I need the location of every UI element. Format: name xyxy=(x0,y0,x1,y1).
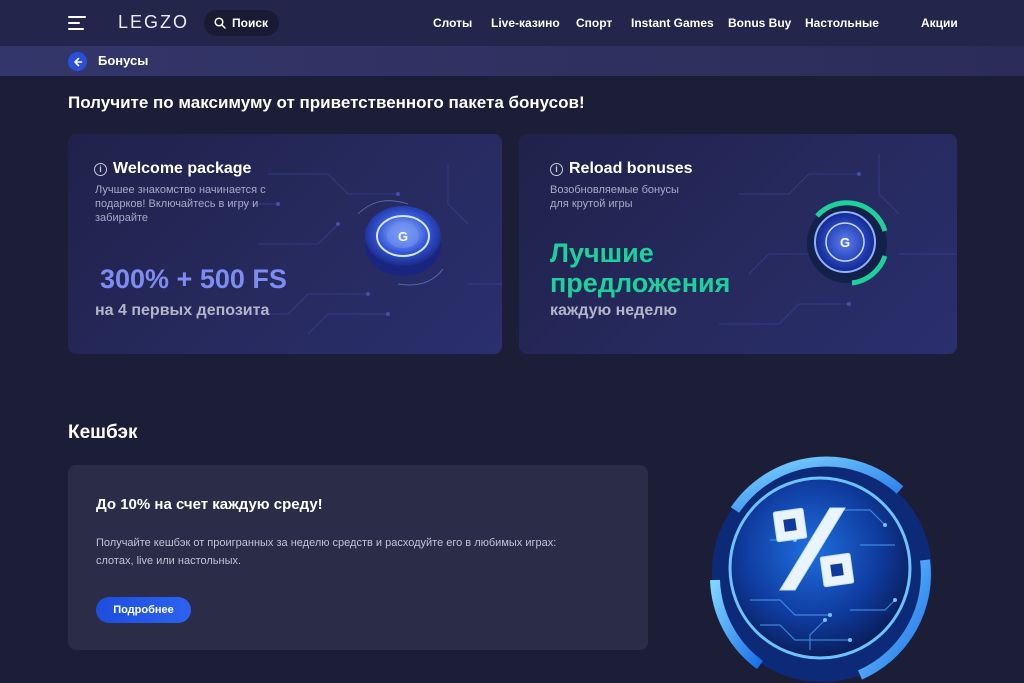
percent-coin-illustration xyxy=(710,456,932,682)
bonus-subtitle: на 4 первых депозита xyxy=(95,302,270,319)
card-title: i Welcome package xyxy=(94,160,251,178)
coin-icon: G xyxy=(807,200,888,286)
arrow-left-icon xyxy=(73,57,82,66)
more-details-button[interactable]: Подробнее xyxy=(96,597,191,623)
nav-live-casino[interactable]: Live-казино xyxy=(491,16,560,30)
nav-sport[interactable]: Спорт xyxy=(576,16,612,30)
bonus-amount: 300% + 500 FS xyxy=(100,264,287,294)
desc-line: для крутой игры xyxy=(550,198,633,210)
search-icon xyxy=(214,17,226,29)
back-button[interactable] xyxy=(68,52,87,71)
card-title-text: Reload bonuses xyxy=(569,160,693,177)
breadcrumb-label: Бонусы xyxy=(98,53,149,68)
bonus-subtitle: каждую неделю xyxy=(550,302,678,319)
card-description: Лучшее знакомство начинается с подарков!… xyxy=(95,183,266,225)
search-button[interactable]: Поиск xyxy=(204,10,279,36)
info-icon[interactable]: i xyxy=(94,162,107,176)
nav-slots[interactable]: Слоты xyxy=(433,16,472,30)
desc-line: Возобновляемые бонусы xyxy=(550,184,679,196)
page-title: Получите по максимуму от приветственного… xyxy=(68,93,585,112)
welcome-package-card[interactable]: G i Welcome package Лучшее знакомство на… xyxy=(68,134,502,354)
top-header: LEGZO Поиск Слоты Live-казино Спорт Inst… xyxy=(0,0,1024,46)
nav-instant-games[interactable]: Instant Games xyxy=(631,16,714,30)
nav-bonus-buy[interactable]: Bonus Buy xyxy=(728,16,791,30)
text-line: слотах, live или настольных. xyxy=(96,555,242,567)
highlight-line: Лучшие xyxy=(550,238,654,268)
reload-bonuses-card[interactable]: G i Reload bonuses Возобновляемые бонусы… xyxy=(519,134,957,354)
text-line: Получайте кешбэк от проигранных за недел… xyxy=(96,537,557,549)
hamburger-menu-icon[interactable] xyxy=(68,16,86,30)
breadcrumb: Бонусы xyxy=(0,46,1024,76)
cashback-description: Получайте кешбэк от проигранных за недел… xyxy=(96,534,616,570)
info-icon[interactable]: i xyxy=(550,162,563,176)
cashback-card: До 10% на счет каждую среду! Получайте к… xyxy=(68,465,648,650)
svg-text:G: G xyxy=(840,235,850,250)
coin-icon: G xyxy=(357,200,444,286)
nav-promotions[interactable]: Акции xyxy=(921,16,958,30)
cashback-heading: До 10% на счет каждую среду! xyxy=(96,496,323,513)
bonus-highlight: Лучшие предложения xyxy=(550,238,730,298)
desc-line: подарков! Включайтесь в игру и xyxy=(95,198,259,210)
search-label: Поиск xyxy=(232,16,269,30)
card-description: Возобновляемые бонусы для крутой игры xyxy=(550,183,679,211)
nav-table-games[interactable]: Настольные xyxy=(805,16,879,30)
site-logo[interactable]: LEGZO xyxy=(118,12,189,33)
card-title-text: Welcome package xyxy=(113,160,252,177)
svg-text:G: G xyxy=(398,229,408,244)
desc-line: Лучшее знакомство начинается с xyxy=(95,184,266,196)
desc-line: забирайте xyxy=(95,212,149,224)
highlight-line: предложения xyxy=(550,268,731,298)
card-title: i Reload bonuses xyxy=(550,160,693,178)
cashback-section-title: Кешбэк xyxy=(68,422,138,443)
